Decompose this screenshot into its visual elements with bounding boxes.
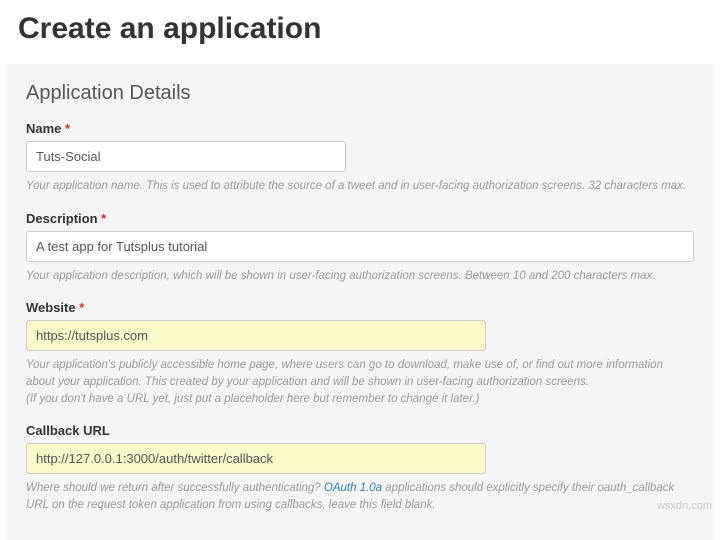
panel-heading: Application Details (26, 82, 694, 105)
description-required-asterisk: * (101, 211, 106, 226)
name-label-text: Name (26, 121, 61, 136)
callback-label: Callback URL (26, 423, 694, 438)
callback-help-pre: Where should we return after successfull… (26, 482, 324, 494)
callback-help-text: Where should we return after successfull… (26, 480, 694, 513)
website-label: Website * (26, 300, 694, 315)
name-help-text: Your application name. This is used to a… (26, 178, 694, 195)
callback-input[interactable] (26, 443, 486, 474)
name-required-asterisk: * (65, 121, 70, 136)
description-input[interactable] (26, 231, 694, 262)
description-help-text: Your application description, which will… (26, 268, 694, 285)
website-required-asterisk: * (79, 300, 84, 315)
callback-field-group: Callback URL Where should we return afte… (26, 423, 694, 513)
description-label: Description * (26, 211, 694, 226)
watermark: wsxdn.com (657, 500, 712, 512)
website-field-group: Website * Your application's publicly ac… (26, 300, 694, 407)
name-input[interactable] (26, 141, 346, 172)
website-help-text-1: Your application's publicly accessible h… (26, 357, 694, 390)
description-label-text: Description (26, 211, 98, 226)
website-help-text-2: (If you don't have a URL yet, just put a… (26, 391, 694, 408)
application-details-panel: Application Details Name * Your applicat… (6, 64, 714, 540)
description-field-group: Description * Your application descripti… (26, 211, 694, 285)
callback-label-text: Callback URL (26, 423, 110, 438)
oauth-link[interactable]: OAuth 1.0a (324, 482, 382, 494)
name-field-group: Name * Your application name. This is us… (26, 121, 694, 195)
website-label-text: Website (26, 300, 76, 315)
page-title: Create an application (0, 0, 720, 64)
name-label: Name * (26, 121, 694, 136)
website-input[interactable] (26, 320, 486, 351)
